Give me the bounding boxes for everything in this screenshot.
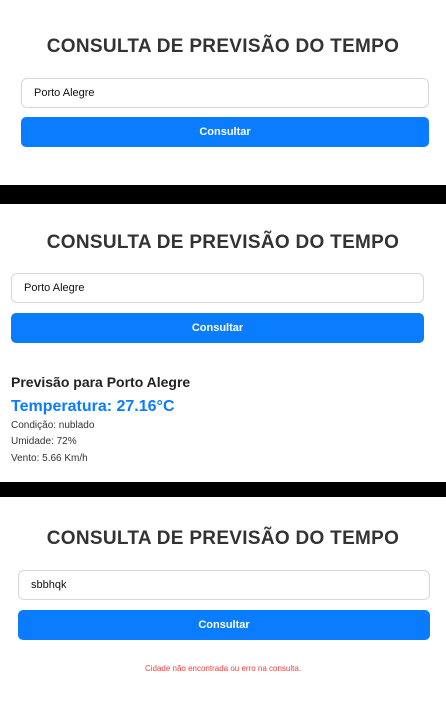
screen-result: CONSULTA DE PREVISÃO DO TEMPO Consultar … — [0, 204, 446, 482]
city-input[interactable] — [21, 78, 429, 108]
error-message: Cidade não encontrada ou erro na consult… — [144, 664, 302, 673]
page-title: CONSULTA DE PREVISÃO DO TEMPO — [46, 232, 400, 253]
consultar-button[interactable]: Consultar — [18, 610, 430, 640]
page-title: CONSULTA DE PREVISÃO DO TEMPO — [46, 36, 400, 57]
screen-error: CONSULTA DE PREVISÃO DO TEMPO Consultar … — [0, 497, 446, 728]
consultar-button[interactable]: Consultar — [11, 313, 424, 343]
page-title: CONSULTA DE PREVISÃO DO TEMPO — [46, 528, 400, 549]
condition-text: Condição: nublado — [11, 420, 95, 431]
consultar-button[interactable]: Consultar — [21, 117, 429, 147]
humidity-text: Umidade: 72% — [11, 436, 77, 447]
temperature-value: Temperatura: 27.16°C — [11, 398, 175, 415]
city-input[interactable] — [18, 570, 430, 600]
wind-text: Vento: 5.66 Km/h — [11, 453, 88, 464]
screen-initial: CONSULTA DE PREVISÃO DO TEMPO Consultar — [0, 0, 446, 185]
forecast-heading: Previsão para Porto Alegre — [11, 374, 191, 390]
city-input[interactable] — [11, 273, 424, 303]
